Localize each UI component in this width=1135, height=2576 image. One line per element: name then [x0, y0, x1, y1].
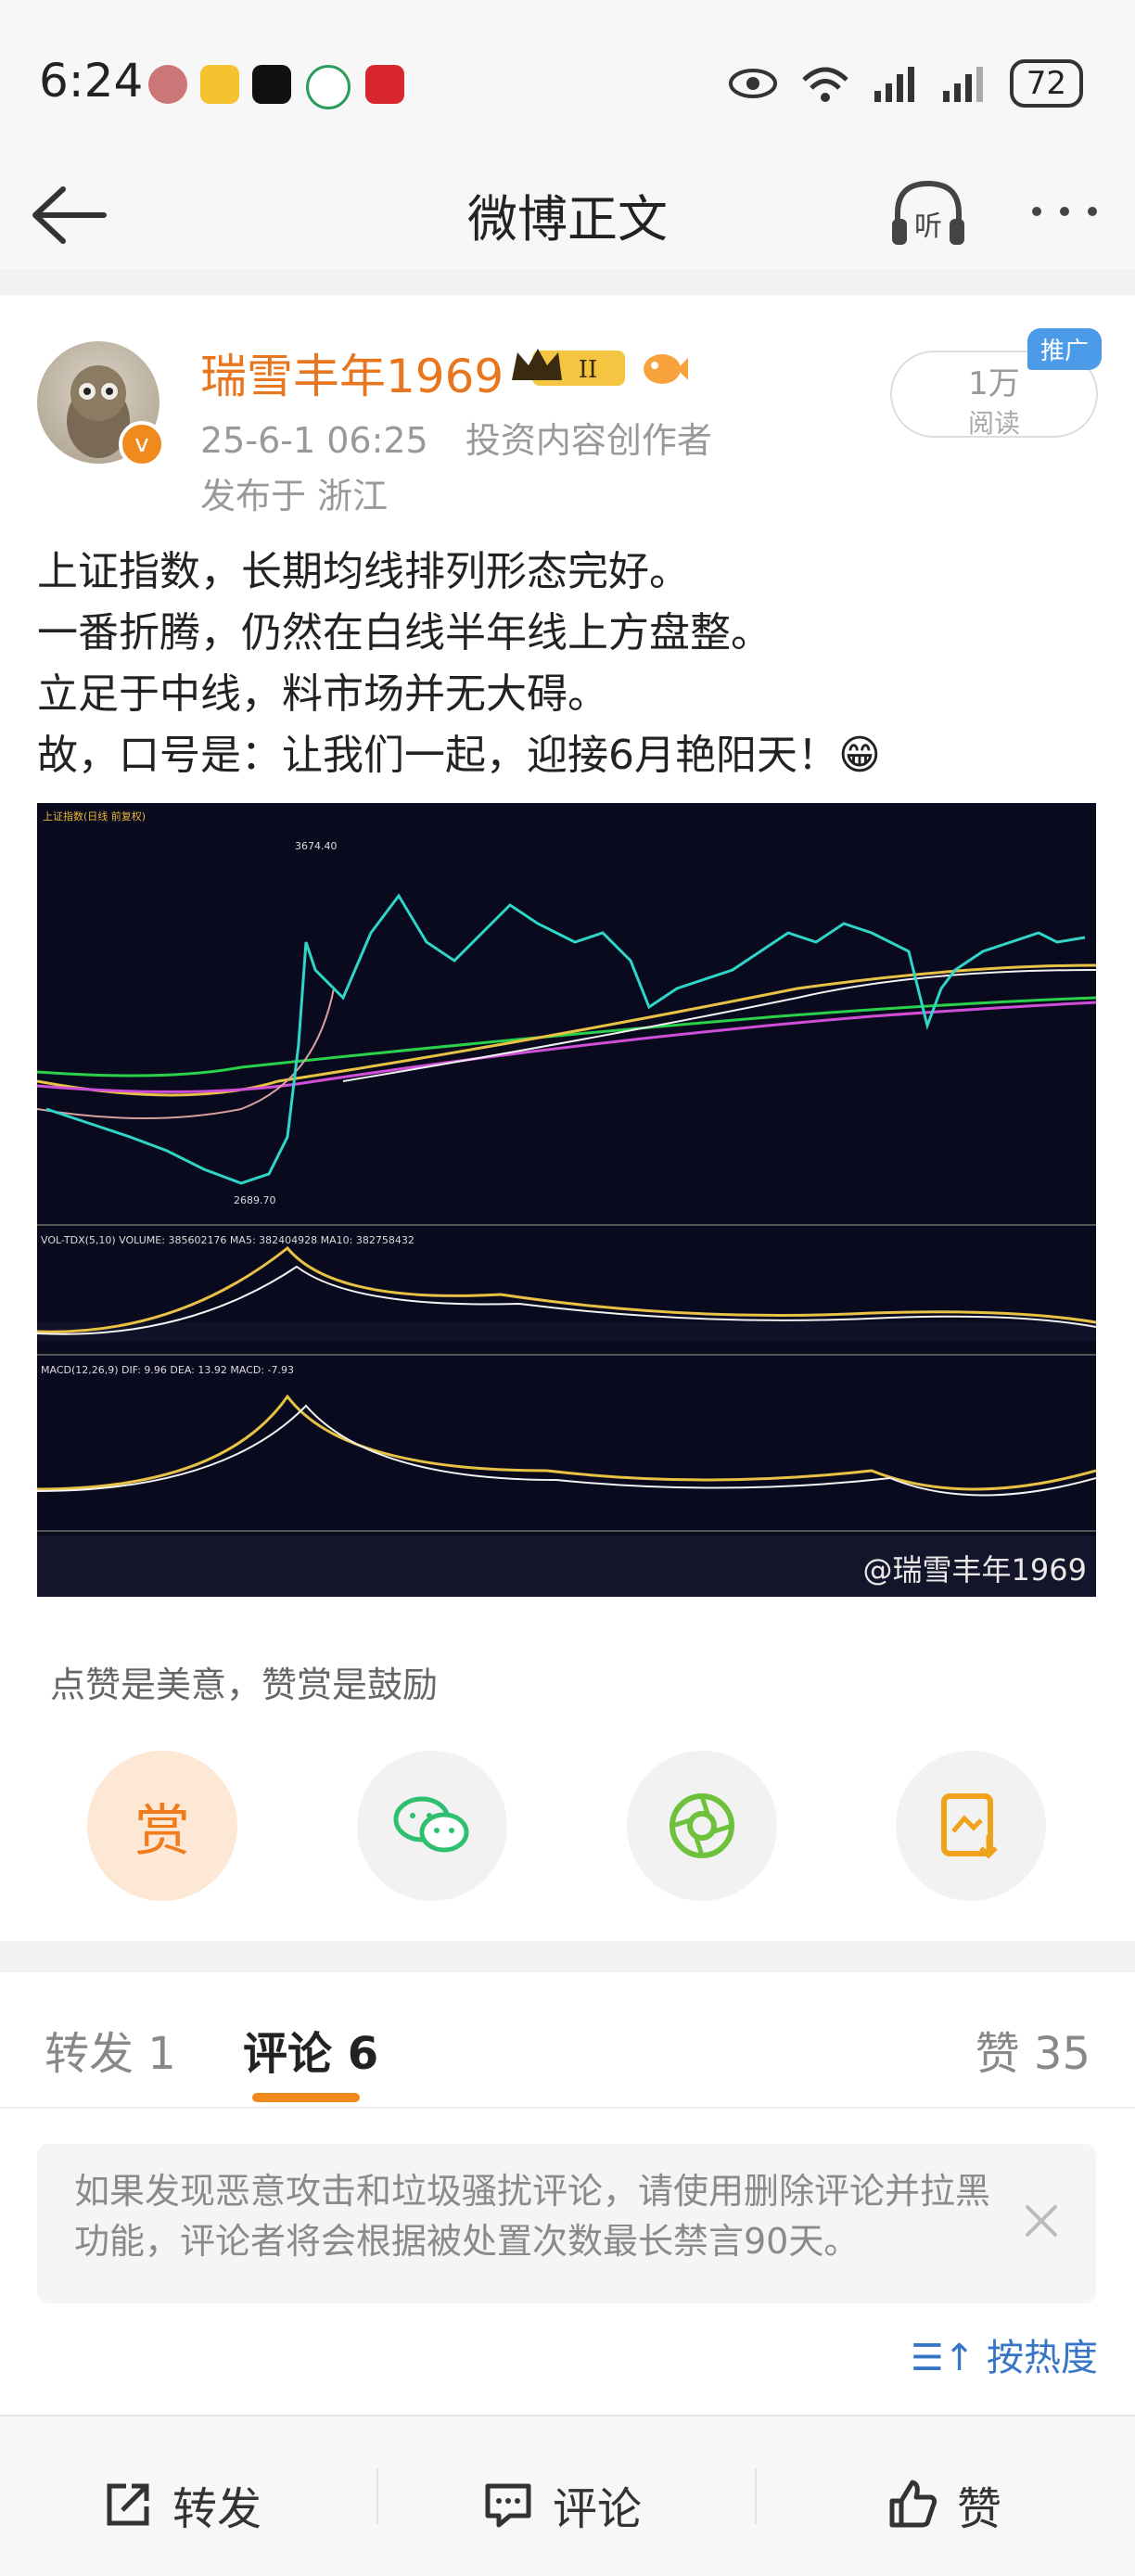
- battery-indicator: 72: [1009, 59, 1083, 108]
- post-line: 故，口号是：让我们一起，迎接6月艳阳天！😁: [37, 732, 881, 779]
- divider: [755, 2468, 757, 2524]
- eye-icon: [728, 69, 777, 98]
- repost-button[interactable]: 转发: [102, 2472, 261, 2537]
- chart-high-label: 3674.40: [295, 840, 338, 852]
- post-line: 立足于中线，料市场并无大碍。: [37, 670, 608, 718]
- app-avatar-icon: [148, 65, 187, 104]
- close-icon[interactable]: [1020, 2200, 1063, 2242]
- wifi-icon: [802, 67, 848, 102]
- share-moments-button[interactable]: [627, 1751, 777, 1901]
- title-bar: 微博正文 听: [0, 158, 1135, 269]
- post-text: 上证指数，长期均线排列形态完好。 一番折腾，仍然在白线半年线上方盘整。 立足于中…: [37, 542, 1094, 786]
- volume-bars: [37, 1322, 1096, 1341]
- reward-label: 赏: [134, 1798, 190, 1864]
- tiktok-icon: [252, 65, 291, 104]
- save-image-button[interactable]: [896, 1751, 1046, 1901]
- sort-label: 按热度: [987, 2337, 1098, 2379]
- save-image-icon: [941, 1793, 998, 1859]
- study-app-icon: [365, 65, 404, 104]
- tab-repost[interactable]: 转发 1: [45, 2017, 176, 2082]
- comment-button[interactable]: 评论: [482, 2472, 642, 2537]
- weibo-icon: [200, 65, 239, 104]
- reward-button[interactable]: 赏: [87, 1751, 237, 1901]
- section-gap: [0, 1941, 1135, 1972]
- promo-badge[interactable]: 推广: [1027, 328, 1103, 370]
- sort-icon: ☰↑: [910, 2337, 976, 2379]
- comment-notice-text: 如果发现恶意攻击和垃圾骚扰评论，请使用删除评论并拉黑功能，评论者将会根据被处置次…: [74, 2171, 991, 2262]
- repost-label: 转发: [172, 2483, 262, 2535]
- image-watermark: @瑞雪丰年1969: [862, 1552, 1087, 1588]
- author-role: 投资内容创作者: [465, 420, 712, 461]
- bank-icon: [306, 65, 351, 109]
- repost-icon: [107, 2483, 149, 2526]
- tab-like[interactable]: 赞 35: [976, 2017, 1090, 2082]
- post-line: 上证指数，长期均线排列形态完好。: [37, 548, 690, 595]
- macd-indicator-label: MACD(12,26,9) DIF: 9.96 DEA: 13.92 MACD:…: [41, 1364, 294, 1376]
- comment-notice: 如果发现恶意攻击和垃圾骚扰评论，请使用删除评论并拉黑功能，评论者将会根据被处置次…: [37, 2144, 1096, 2303]
- fish-badge-icon[interactable]: [640, 343, 688, 391]
- volume-indicator-label: VOL-TDX(5,10) VOLUME: 385602176 MA5: 382…: [41, 1234, 414, 1246]
- post-location: 发布于 浙江: [200, 476, 389, 516]
- svg-text:听: 听: [914, 210, 942, 243]
- like-button[interactable]: 赞: [886, 2472, 1001, 2537]
- like-label: 赞: [957, 2483, 1002, 2535]
- status-bar: 6:24 72: [0, 0, 1135, 158]
- level-badge-text: II: [579, 356, 598, 384]
- chart-low-label: 2689.70: [234, 1194, 276, 1206]
- post-meta: 25-6-1 06:25 投资内容创作者: [200, 412, 712, 463]
- bottom-action-bar: 转发 评论 赞: [0, 2415, 1135, 2576]
- read-label: 阅读: [967, 408, 1020, 439]
- tab-active-indicator: [252, 2093, 360, 2102]
- post-image-stock-chart[interactable]: 上证指数(日线 前复权) 3674.40 2689.70 VOL-TDX(5,1…: [37, 803, 1096, 1597]
- signal-icon: [874, 67, 914, 102]
- chart-title-text: 上证指数(日线 前复权): [43, 810, 146, 823]
- sort-by-hot-button[interactable]: ☰↑ 按热度: [911, 2327, 1098, 2381]
- candles: [45, 893, 1086, 1185]
- verified-badge-icon: v: [119, 421, 165, 467]
- thumbs-up-icon: [889, 2480, 937, 2528]
- vip-crown-badge-icon[interactable]: II: [510, 343, 631, 391]
- comment-icon: [485, 2483, 531, 2528]
- reward-tip: 点赞是美意，赞赏是鼓励: [50, 1664, 439, 1705]
- share-wechat-button[interactable]: [357, 1751, 507, 1901]
- status-time: 6:24: [39, 54, 144, 108]
- tab-comment[interactable]: 评论 6: [243, 2017, 378, 2082]
- candlestick-chart-graphic: 上证指数(日线 前复权) 3674.40 2689.70 VOL-TDX(5,1…: [37, 810, 1096, 1597]
- post-line: 一番折腾，仍然在白线半年线上方盘整。: [37, 609, 772, 657]
- comments-section: 如果发现恶意攻击和垃圾骚扰评论，请使用删除评论并拉黑功能，评论者将会根据被处置次…: [0, 2107, 1135, 2417]
- comment-label: 评论: [553, 2483, 643, 2535]
- post-date: 25-6-1 06:25: [200, 420, 428, 461]
- author-name[interactable]: 瑞雪丰年1969: [200, 339, 504, 406]
- moments-shutter-icon: [670, 1793, 734, 1858]
- interaction-tabs: 转发 1 评论 6 赞 35: [0, 1972, 1135, 2107]
- more-options-icon[interactable]: [1027, 193, 1102, 230]
- wechat-icon: [393, 1796, 469, 1853]
- status-right: 72: [728, 59, 1083, 108]
- signal-2-icon: [942, 67, 983, 102]
- headphone-listen-icon[interactable]: 听: [886, 172, 970, 256]
- divider: [376, 2468, 378, 2524]
- post-card: v 瑞雪丰年1969 II 25-6-1 06:25 投资内容创作者 发布于 浙…: [0, 295, 1135, 1941]
